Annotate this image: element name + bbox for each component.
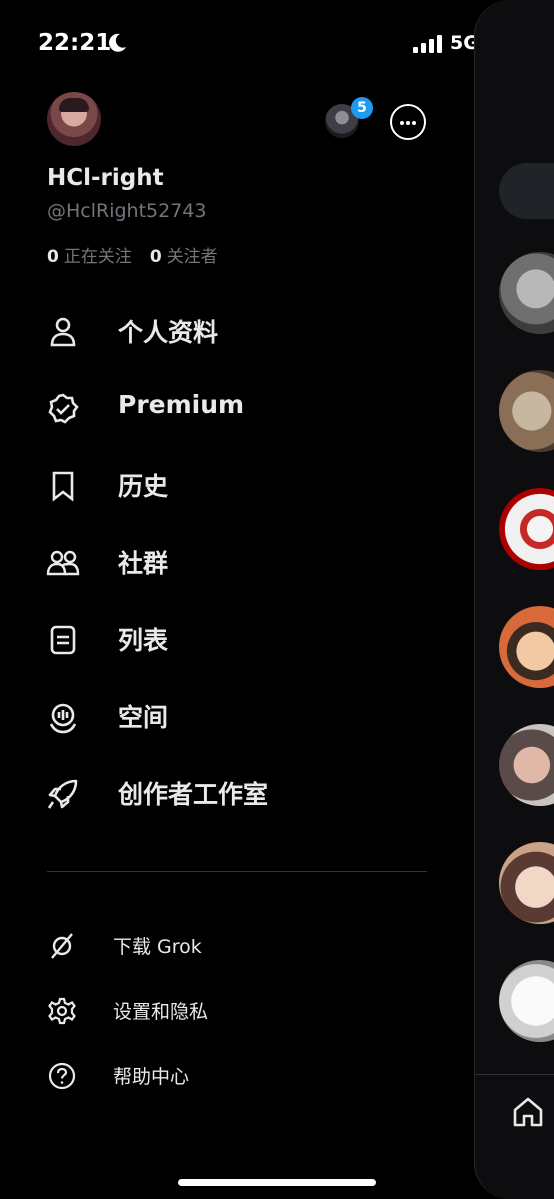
timeline-peek-panel[interactable] [474, 0, 554, 1199]
menu-item-creator-studio[interactable]: 创作者工作室 [0, 757, 474, 827]
navigation-drawer: 5 HCl-right @HclRight52743 0 正在关注 0 关注者 个人… [0, 0, 474, 1199]
peek-avatar [499, 370, 554, 452]
menu-item-label: 创作者工作室 [118, 780, 269, 809]
display-name[interactable]: HCl-right [47, 165, 164, 191]
peek-avatar [499, 606, 554, 688]
more-dot-icon [406, 121, 410, 125]
spaces-icon [49, 703, 77, 734]
sub-item-label: 下载 Grok [113, 936, 202, 958]
peek-tabbar-divider [475, 1074, 554, 1075]
followers-label: 关注者 [166, 247, 218, 267]
following-link[interactable]: 0 正在关注 [47, 242, 132, 267]
sub-item-label: 帮助中心 [113, 1066, 190, 1088]
account-notification-badge: 5 [351, 97, 373, 119]
peek-avatar [499, 842, 554, 924]
menu-item-download-grok[interactable]: 下载 Grok [0, 920, 474, 970]
more-dot-icon [400, 121, 404, 125]
menu-item-premium[interactable]: Premium [0, 372, 474, 442]
home-icon[interactable] [511, 1095, 545, 1129]
menu-item-settings-privacy[interactable]: 设置和隐私 [0, 985, 474, 1035]
bookmark-icon [52, 471, 74, 502]
menu-item-label: Premium [118, 390, 245, 419]
peek-search-bar [499, 163, 554, 219]
menu-item-communities[interactable]: 社群 [0, 526, 474, 596]
menu-item-history[interactable]: 历史 [0, 449, 474, 519]
followers-count: 0 [149, 247, 162, 267]
peek-avatar [499, 252, 554, 334]
following-label: 正在关注 [63, 247, 132, 267]
menu-item-label: 社群 [118, 549, 169, 578]
menu-item-label: 个人资料 [118, 318, 219, 347]
menu-item-label: 列表 [118, 626, 169, 655]
menu-item-label: 历史 [118, 472, 169, 501]
menu-item-spaces[interactable]: 空间 [0, 680, 474, 750]
profile-avatar[interactable] [47, 92, 101, 146]
person-icon [50, 317, 76, 347]
menu-item-profile[interactable]: 个人资料 [0, 295, 474, 365]
more-dot-icon [412, 121, 416, 125]
gear-icon [48, 997, 76, 1025]
follow-stats: 0 正在关注 0 关注者 [47, 242, 218, 267]
home-indicator[interactable] [178, 1179, 376, 1186]
verified-badge-icon [48, 393, 79, 424]
help-icon [48, 1062, 76, 1090]
sub-item-label: 设置和隐私 [113, 1001, 209, 1023]
user-handle: @HclRight52743 [47, 200, 207, 222]
list-icon [50, 625, 76, 655]
menu-divider [47, 871, 427, 872]
menu-item-lists[interactable]: 列表 [0, 603, 474, 673]
followers-link[interactable]: 0 关注者 [150, 242, 218, 267]
following-count: 0 [47, 247, 59, 267]
rocket-icon [47, 779, 78, 809]
community-icon [46, 550, 80, 576]
peek-avatar [499, 724, 554, 806]
more-options-button[interactable] [390, 104, 426, 140]
peek-avatar [499, 488, 554, 570]
menu-item-label: 空间 [118, 703, 169, 732]
peek-avatar [499, 960, 554, 1042]
grok-icon [51, 933, 73, 959]
menu-item-help-center[interactable]: 帮助中心 [0, 1050, 474, 1100]
